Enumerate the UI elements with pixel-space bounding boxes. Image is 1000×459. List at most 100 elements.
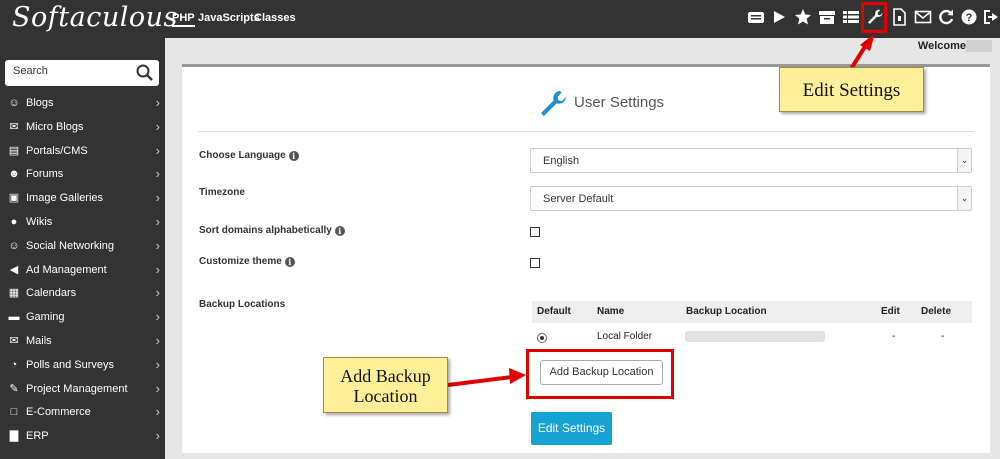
edit-settings-button[interactable]: Edit Settings — [531, 412, 612, 445]
globe-icon: ● — [10, 216, 18, 228]
play-icon[interactable] — [770, 8, 788, 26]
tab-php[interactable]: PHP — [172, 12, 195, 27]
logo: Softaculous — [12, 2, 178, 33]
callout-line: Location — [353, 386, 418, 406]
pie-chart-icon: ◔ — [10, 358, 18, 371]
customize-theme-label: Customize theme i — [199, 256, 295, 267]
language-select[interactable]: English ⌄ — [530, 148, 972, 173]
refresh-icon[interactable] — [937, 8, 955, 26]
header-backup-location: Backup Location — [686, 306, 767, 317]
sidebar-item-label: Polls and Surveys — [26, 358, 115, 371]
sidebar-item-erp[interactable]: ▇ ERP › — [0, 425, 165, 448]
sidebar-item-project-management[interactable]: ✎ Project Management › — [0, 378, 165, 401]
header-name: Name — [597, 306, 625, 317]
help-icon[interactable]: ? — [960, 8, 978, 26]
welcome-bar: Welcome — [165, 38, 1000, 54]
edit-icon: ✎ — [9, 382, 19, 395]
sidebar-item-portals-cms[interactable]: ▤ Portals/CMS › — [0, 140, 165, 163]
customize-theme-checkbox[interactable] — [530, 258, 540, 268]
star-icon[interactable] — [794, 8, 812, 26]
bar-chart-icon: ▇ — [9, 430, 19, 443]
tab-classes[interactable]: Classes — [254, 12, 296, 24]
sidebar-item-gaming[interactable]: ▬ Gaming › — [0, 306, 165, 329]
chevron-down-icon: ⌄ — [957, 187, 971, 210]
archive-icon[interactable] — [818, 8, 836, 26]
calendar-icon: ▦ — [8, 287, 20, 300]
chevron-right-icon: › — [155, 95, 160, 110]
backup-name-cell: Local Folder — [597, 331, 653, 342]
sidebar-item-calendars[interactable]: ▦ Calendars › — [0, 282, 165, 305]
welcome-label: Welcome — [917, 40, 966, 52]
tab-javascripts[interactable]: JavaScripts — [198, 12, 260, 24]
backup-locations-label: Backup Locations — [199, 299, 286, 310]
backup-table-header: Default Name Backup Location Edit Delete — [532, 301, 972, 323]
chevron-right-icon: › — [155, 356, 160, 372]
header-default: Default — [537, 306, 571, 317]
timezone-value: Server Default — [543, 193, 614, 205]
chevron-right-icon: › — [155, 285, 160, 301]
users-icon: ☻ — [8, 168, 20, 181]
language-value: English — [543, 155, 580, 167]
sort-domains-checkbox[interactable] — [530, 227, 540, 237]
sidebar-item-label: Ad Management — [26, 263, 107, 276]
chevron-right-icon: › — [155, 309, 160, 325]
sidebar-item-image-galleries[interactable]: ▣ Image Galleries › — [0, 187, 165, 210]
sidebar-item-label: Portals/CMS — [26, 144, 88, 157]
search-box[interactable]: Search — [5, 60, 159, 86]
edit-cell[interactable]: - — [892, 331, 895, 342]
sidebar-item-mails[interactable]: ✉ Mails › — [0, 330, 165, 353]
social-icon: ☺ — [8, 239, 20, 252]
tasks-icon[interactable] — [747, 8, 765, 26]
sidebar-item-forums[interactable]: ☻ Forums › — [0, 163, 165, 186]
default-radio[interactable] — [537, 333, 547, 343]
portal-icon: ▤ — [8, 144, 20, 157]
delete-cell[interactable]: - — [941, 331, 944, 342]
image-icon: ▣ — [8, 192, 20, 205]
sidebar-item-label: Forums — [26, 168, 64, 181]
logout-icon[interactable] — [982, 8, 1000, 26]
wrench-icon[interactable] — [866, 8, 884, 26]
chevron-right-icon: › — [155, 380, 160, 396]
chevron-right-icon: › — [155, 237, 160, 253]
info-icon[interactable]: i — [284, 257, 295, 267]
timezone-select[interactable]: Server Default ⌄ — [530, 186, 972, 211]
user-icon: ☺ — [8, 97, 20, 109]
sidebar-item-ad-management[interactable]: ◀ Ad Management › — [0, 259, 165, 282]
sidebar-item-label: Micro Blogs — [26, 120, 84, 133]
page-title: User Settings — [574, 94, 665, 111]
chevron-right-icon: › — [155, 166, 160, 182]
chevron-right-icon: › — [155, 118, 160, 134]
sidebar-item-polls-and-surveys[interactable]: ◔ Polls and Surveys › — [0, 354, 165, 377]
sidebar-item-label: E-Commerce — [26, 406, 91, 419]
user-settings-panel: User Settings Choose Language i English ⌄… — [182, 64, 990, 453]
sidebar-item-label: Gaming — [26, 311, 65, 324]
search-icon[interactable] — [135, 63, 155, 83]
add-backup-callout: Add Backup Location — [323, 357, 448, 413]
mail-icon[interactable] — [914, 8, 932, 26]
sidebar-item-label: Calendars — [26, 287, 77, 300]
sidebar-item-label: Blogs — [26, 97, 54, 109]
chevron-right-icon: › — [155, 142, 160, 158]
chevron-down-icon: ⌄ — [957, 149, 971, 172]
sidebar-item-micro-blogs[interactable]: ✉ Micro Blogs › — [0, 116, 165, 139]
add-backup-location-button[interactable]: Add Backup Location — [540, 360, 663, 385]
sidebar-item-e-commerce[interactable]: □ E-Commerce › — [0, 401, 165, 424]
list-icon[interactable] — [842, 8, 860, 26]
header-delete: Delete — [921, 306, 952, 317]
sidebar: Search ☺ Blogs › ✉ Micro Blogs › ▤ Portals/CMS ›… — [0, 38, 165, 459]
info-icon[interactable]: i — [334, 226, 345, 236]
timezone-label: Timezone — [199, 187, 245, 198]
header-edit: Edit — [881, 306, 900, 317]
sidebar-item-blogs[interactable]: ☺ Blogs › — [0, 92, 165, 115]
comments-icon: ✉ — [9, 120, 19, 133]
info-icon[interactable]: i — [288, 151, 299, 161]
bullhorn-icon: ◀ — [9, 263, 19, 276]
document-icon[interactable] — [890, 8, 908, 26]
top-bar: Softaculous PHP JavaScripts Classes ? — [0, 0, 1000, 38]
divider — [198, 131, 974, 132]
search-input[interactable]: Search — [13, 65, 48, 77]
sidebar-item-wikis[interactable]: ● Wikis › — [0, 211, 165, 234]
edit-settings-callout: Edit Settings — [779, 67, 924, 112]
sidebar-item-social-networking[interactable]: ☺ Social Networking › — [0, 235, 165, 258]
backup-path-redacted — [685, 331, 825, 342]
